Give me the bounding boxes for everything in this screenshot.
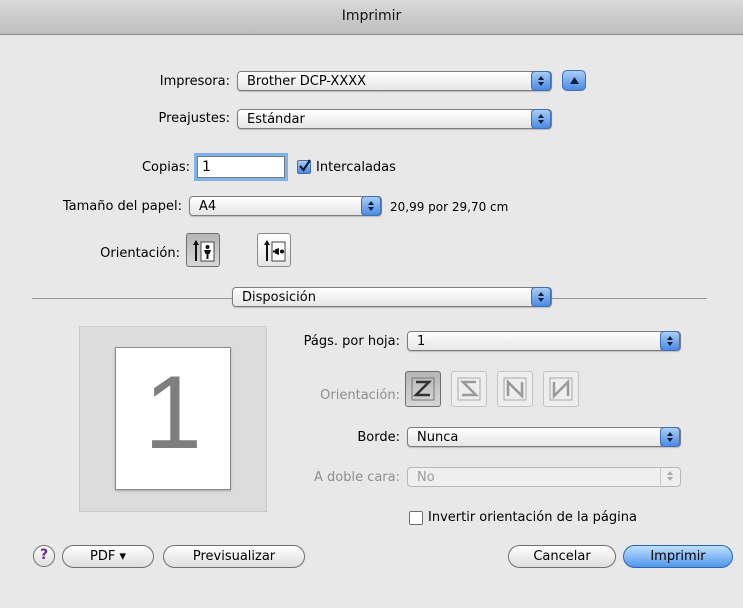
- section-select[interactable]: Disposición: [232, 287, 552, 307]
- reverse-n-order-icon: [549, 377, 573, 401]
- n-order-icon: [503, 377, 527, 401]
- duplex-value: No: [417, 470, 435, 485]
- copies-value: 1: [202, 159, 211, 175]
- layout-reverse-s-button[interactable]: [451, 371, 487, 407]
- border-label: Borde:: [357, 430, 400, 445]
- updown-arrows-icon: [531, 109, 551, 129]
- collated-checkbox[interactable]: [297, 159, 311, 174]
- window-title: Imprimir: [341, 8, 402, 24]
- title-bar: Imprimir: [0, 0, 743, 35]
- orientation-label: Orientación:: [100, 246, 180, 261]
- presets-value: Estándar: [247, 112, 305, 127]
- landscape-orientation-icon: [264, 240, 286, 262]
- updown-arrows-icon: [660, 331, 680, 351]
- reverse-orientation-checkbox[interactable]: [409, 511, 423, 525]
- copies-field[interactable]: 1: [197, 156, 285, 178]
- updown-arrows-icon: [660, 467, 680, 487]
- preview-page: 1: [115, 347, 231, 490]
- updown-arrows-icon: [361, 196, 381, 216]
- pages-per-sheet-label: Págs. por hoja:: [303, 334, 400, 349]
- printer-select[interactable]: Brother DCP-XXXX: [237, 71, 552, 91]
- printer-label: Impresora:: [159, 74, 230, 89]
- updown-arrows-icon: [531, 71, 551, 91]
- expand-dialog-button[interactable]: [562, 70, 586, 91]
- border-value: Nunca: [417, 430, 459, 445]
- landscape-button[interactable]: [257, 233, 291, 267]
- section-value: Disposición: [242, 290, 316, 305]
- preview-button[interactable]: Previsualizar: [163, 545, 305, 568]
- section-divider-right: [552, 298, 707, 299]
- portrait-orientation-icon: [193, 240, 215, 262]
- updown-arrows-icon: [660, 427, 680, 447]
- duplex-select[interactable]: No: [407, 467, 681, 487]
- help-icon: ?: [39, 547, 49, 563]
- duplex-label: A doble cara:: [313, 470, 400, 485]
- checkmark-icon: [299, 159, 311, 172]
- updown-arrows-icon: [531, 287, 551, 307]
- section-divider-left: [32, 298, 232, 299]
- copies-label: Copias:: [141, 160, 190, 175]
- layout-direction-label: Orientación:: [320, 388, 400, 403]
- reverse-s-order-icon: [457, 377, 481, 401]
- layout-reverse-n-button[interactable]: [543, 371, 579, 407]
- portrait-button[interactable]: [186, 233, 220, 267]
- pdf-menu-button[interactable]: PDF ▾: [62, 545, 154, 568]
- print-button[interactable]: Imprimir: [623, 545, 733, 568]
- disclosure-up-icon: [570, 77, 579, 84]
- paper-size-value: A4: [199, 199, 217, 214]
- border-select[interactable]: Nunca: [407, 427, 681, 447]
- presets-select[interactable]: Estándar: [237, 109, 552, 129]
- paper-size-label: Tamaño del papel:: [62, 199, 182, 214]
- pages-per-sheet-value: 1: [417, 334, 426, 349]
- cancel-button[interactable]: Cancelar: [508, 545, 616, 568]
- reverse-orientation-label: Invertir orientación de la página: [428, 510, 637, 525]
- collated-label: Intercaladas: [316, 160, 396, 175]
- layout-z-button[interactable]: [405, 371, 441, 407]
- layout-n-button[interactable]: [497, 371, 533, 407]
- preview-page-number: 1: [144, 355, 202, 471]
- help-button[interactable]: ?: [33, 545, 55, 567]
- z-order-icon: [411, 377, 435, 401]
- pages-per-sheet-select[interactable]: 1: [407, 331, 681, 351]
- printer-value: Brother DCP-XXXX: [247, 74, 367, 89]
- paper-size-select[interactable]: A4: [189, 196, 382, 216]
- presets-label: Preajustes:: [158, 111, 230, 126]
- paper-dimensions: 20,99 por 29,70 cm: [390, 200, 509, 214]
